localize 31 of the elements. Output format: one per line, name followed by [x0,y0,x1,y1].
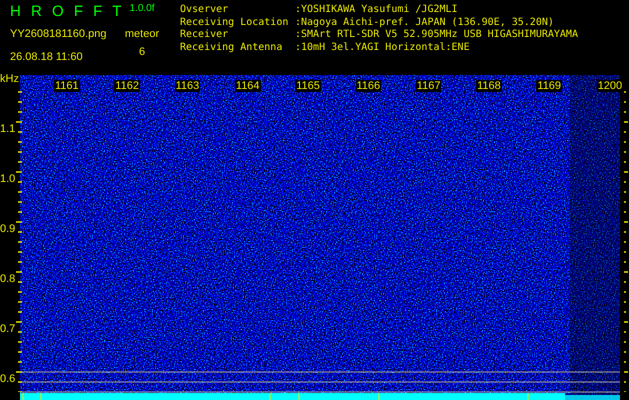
time-label: 1167 [416,80,442,92]
info-value: :SMArt RTL-SDR V5 52.905MHz USB HIGASHIMURAYAMA [295,29,578,42]
info-label: Receiving Antenna [180,42,284,54]
time-label: 1162 [114,80,140,92]
time-label: 1161 [54,80,80,92]
axis-label: 1.0 [0,173,15,185]
version-label: 1.0.0f [129,2,155,16]
info-label: Ovserver [180,4,230,16]
time-label: 1166 [356,80,382,92]
axis-label: 0.8 [0,273,15,285]
time-label: 1163 [174,80,200,92]
axis-label: 1.1 [0,123,15,135]
info-label: Receiving Location [180,16,290,29]
info-label: Receiver [180,29,230,42]
info-value: :YOSHIKAWA Yasufumi /JG2MLI [295,4,458,16]
time-label: 1169 [536,80,562,92]
axis-unit: kHz [0,73,19,85]
axis-label: 0.6 [0,373,15,385]
file-name: YY2608181160.png [10,27,108,42]
info-value: :Nagoya Aichi-pref. JAPAN (136.90E, 35.20N) [295,16,554,29]
time-label: 1165 [295,80,321,92]
app-title: H R O F F T [10,2,126,22]
axis-label: 0.9 [0,223,15,235]
time-label: 1200 [596,80,624,92]
time-label: 1164 [234,80,261,92]
meteor-label: meteor [124,27,160,42]
date-time: 26.08.18 11:60 [10,50,84,64]
meteor-count: 6 [138,44,146,60]
axis-label: 0.7 [0,323,15,335]
time-label: 1168 [476,80,502,92]
info-value: :10mH 3el.YAGI Horizontal:ENE [295,42,470,54]
